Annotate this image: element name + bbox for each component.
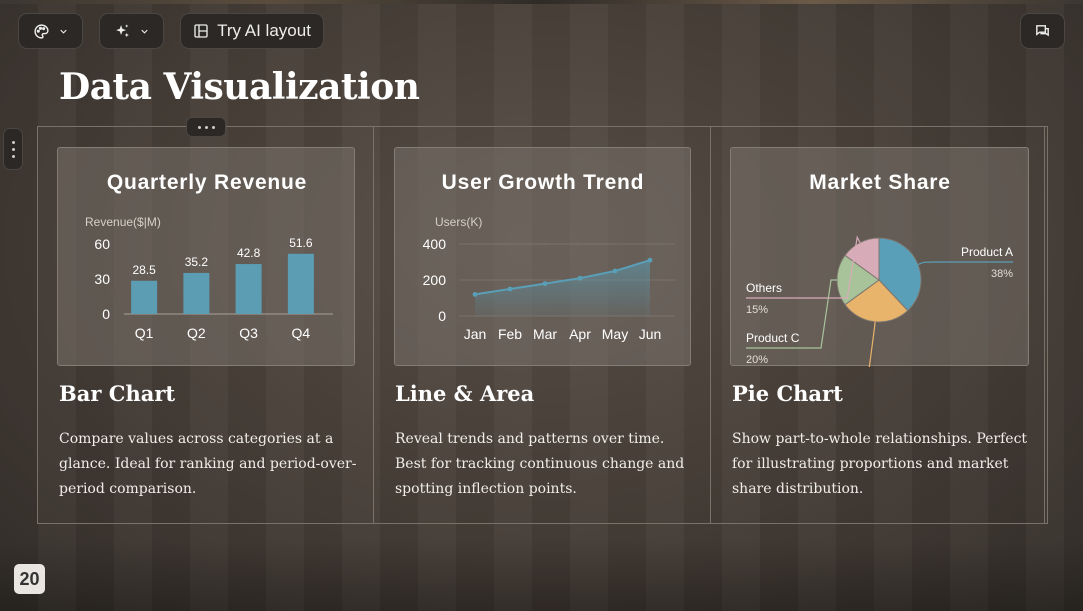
leader-line (917, 261, 1013, 266)
line-chart: User Growth Trend Users(K) 0 200 400 Jan Fe… (423, 171, 675, 342)
bar-value-label: 42.8 (237, 246, 261, 260)
bar (131, 280, 158, 314)
pie-slice-name: Product C (746, 331, 800, 345)
x-tick-label: Jan (464, 326, 487, 342)
line-point (577, 275, 583, 281)
line-point (507, 286, 513, 292)
line-chart-panel: User Growth Trend Users(K) 0 200 400 Jan Fe… (394, 147, 691, 366)
comments-icon (1034, 23, 1051, 40)
bar-chart: Quarterly Revenue Revenue($|M) 0 30 60 28.… (85, 171, 333, 341)
side-drag-handle[interactable] (3, 128, 23, 170)
x-tick-label: May (602, 326, 628, 342)
x-tick-label: Feb (498, 326, 522, 342)
y-axis-label: Revenue($|M) (85, 215, 161, 229)
y-tick-label: 30 (94, 271, 110, 287)
x-tick-label: Q4 (292, 325, 311, 341)
pie-slice-percent: 38% (991, 268, 1013, 280)
bar-value-label: 35.2 (185, 255, 209, 269)
card-grid: Quarterly Revenue Revenue($|M) 0 30 60 28.… (37, 126, 1048, 524)
chart-title: User Growth Trend (442, 171, 645, 194)
y-tick-label: 400 (423, 236, 447, 252)
bottom-fade (0, 540, 1083, 611)
y-tick-label: 0 (438, 308, 446, 324)
line-point (647, 257, 653, 263)
chevron-down-icon (139, 26, 150, 37)
block-drag-handle[interactable] (186, 117, 226, 137)
card-heading: Pie Chart (732, 381, 843, 406)
bar (235, 264, 262, 314)
comments-button[interactable] (1020, 13, 1065, 49)
card-description: Show part-to-whole relationships. Perfec… (732, 431, 1028, 497)
bar-chart-panel: Quarterly Revenue Revenue($|M) 0 30 60 28.… (57, 147, 355, 366)
line-point (472, 292, 478, 297)
line-chart-card[interactable]: User Growth Trend Users(K) 0 200 400 Jan Fe… (374, 127, 711, 523)
y-tick-label: 200 (423, 272, 447, 288)
pie-slice-name: Product A (961, 245, 1013, 259)
bar-value-label: 51.6 (289, 236, 313, 250)
layout-icon (193, 23, 209, 39)
ai-assist-button[interactable] (99, 13, 164, 49)
top-image-strip (0, 0, 1083, 4)
sparkle-icon (114, 23, 131, 40)
page-number-badge: 20 (14, 564, 45, 594)
slide-title[interactable]: Data Visualization (59, 66, 420, 108)
card-description: Reveal trends and patterns over time. Be… (395, 431, 685, 497)
bar-chart-card[interactable]: Quarterly Revenue Revenue($|M) 0 30 60 28.… (38, 127, 374, 523)
pie-chart: Market Share Product A38%Product B27%Pro… (746, 171, 1013, 367)
x-tick-label: Mar (533, 326, 557, 342)
pie-chart-card[interactable]: Market Share Product A38%Product B27%Pro… (711, 127, 1045, 523)
try-ai-layout-label: Try AI layout (217, 21, 311, 40)
x-tick-label: Q2 (187, 325, 206, 341)
card-description: Compare values across categories at a gl… (59, 431, 357, 497)
x-tick-label: Q3 (239, 325, 258, 341)
y-axis-label: Users(K) (435, 215, 482, 229)
bar-value-label: 28.5 (132, 263, 156, 277)
palette-icon (33, 23, 50, 40)
card-heading: Bar Chart (59, 381, 176, 406)
bar (183, 272, 210, 314)
card-heading: Line & Area (395, 381, 535, 406)
chart-title: Market Share (809, 171, 951, 194)
theme-button[interactable] (18, 13, 83, 49)
chart-title: Quarterly Revenue (107, 171, 307, 194)
x-tick-label: Jun (639, 326, 662, 342)
line-point (612, 268, 618, 274)
bar (287, 253, 314, 314)
line-point (542, 281, 548, 286)
x-tick-label: Apr (569, 326, 591, 342)
x-tick-label: Q1 (135, 325, 154, 341)
pie-slice-percent: 15% (746, 304, 768, 316)
pie-slice-percent: 20% (746, 354, 768, 366)
pie-slice-name: Others (746, 281, 782, 295)
pie-chart-panel: Market Share Product A38%Product B27%Pro… (730, 147, 1029, 367)
chevron-down-icon (58, 26, 69, 37)
try-ai-layout-button[interactable]: Try AI layout (180, 13, 324, 49)
y-tick-label: 0 (102, 306, 110, 322)
y-tick-label: 60 (94, 236, 110, 252)
